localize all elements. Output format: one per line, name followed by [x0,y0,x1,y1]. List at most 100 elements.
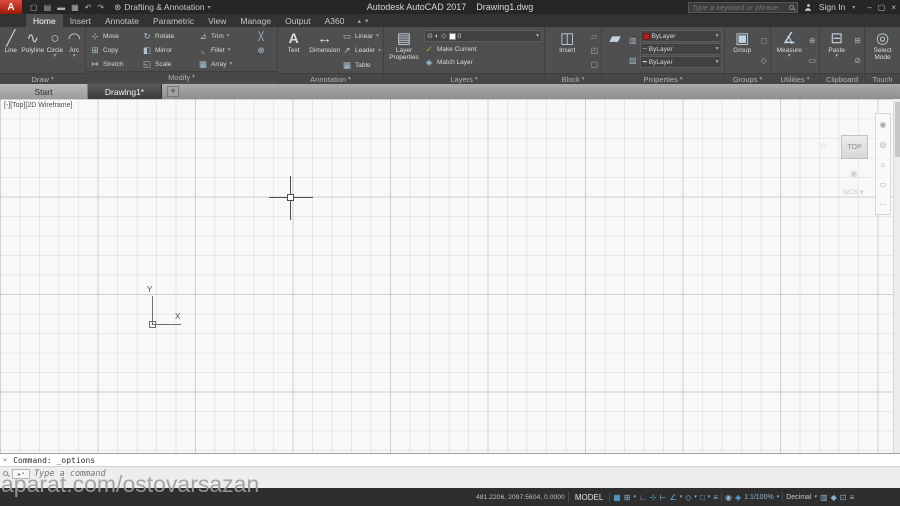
trim-button[interactable]: ⊿ Trim ▾ [198,30,256,42]
cut-icon[interactable]: ⊘ [854,56,861,65]
help-search-box[interactable] [687,1,798,13]
arc-button[interactable]: ◠ Arc ▾ [66,28,83,73]
viewcube-rotate-icon[interactable]: ▣ [850,169,858,178]
erase-button[interactable]: ╳ [256,30,270,42]
panel-label-annotation[interactable]: Annotation ▾ [278,73,383,84]
explode-button[interactable]: ⊗ [256,44,270,56]
undo-icon[interactable]: ↶ [85,3,92,12]
chevron-down-icon[interactable]: ▾ [815,494,818,500]
annotation-visibility-icon[interactable]: ◉ [725,493,732,502]
copy-clip-icon[interactable]: ⊞ [854,36,861,45]
linetype-dropdown[interactable]: ┄ ByLayer ▾ [639,43,722,55]
viewcube-home-icon[interactable]: ⌂ [821,140,826,150]
object-color-dropdown[interactable]: ByLayer ▾ [639,30,722,42]
block-attributes-icon[interactable]: ▢ [590,60,598,69]
viewcube[interactable]: TOP [841,135,868,159]
polyline-button[interactable]: ∿ Polyline [21,28,44,73]
make-current-button[interactable]: ✓ Make Current [424,43,542,55]
tab-parametric[interactable]: Parametric [146,14,201,27]
tab-a360[interactable]: A360 [318,14,352,27]
fillet-button[interactable]: ◟ Fillet ▾ [198,44,256,56]
navbar-more-icon[interactable]: ⋯ [879,200,887,209]
quick-calc-icon[interactable]: ⊕ [809,36,816,45]
drawing-canvas[interactable]: [-][Top][2D Wireframe] Y X ⌂ TOP ▣ WCS ▾… [0,99,893,453]
wcs-menu[interactable]: WCS ▾ [843,188,863,197]
lineweight-toggle-icon[interactable]: ≡ [713,493,718,502]
maximize-button[interactable]: ▢ [878,3,886,12]
mirror-button[interactable]: ◧ Mirror [142,44,198,56]
open-icon[interactable]: ▤ [44,3,52,12]
line-button[interactable]: ╱ Line [2,28,19,73]
new-drawing-tab-button[interactable]: + [167,86,179,97]
select-mode-button[interactable]: ◎ Select Mode [867,28,898,73]
id-point-icon[interactable]: ▭ [808,56,816,65]
chevron-down-icon[interactable]: ▾ [708,494,711,500]
plot-icon[interactable]: ▦ [71,3,79,12]
tab-annotate[interactable]: Annotate [98,14,146,27]
panel-label-clipboard[interactable]: Clipboard [820,73,864,84]
panel-label-block[interactable]: Block ▾ [545,73,601,84]
paste-button[interactable]: ⊟ Paste ▾ [822,28,851,73]
layer-dropdown[interactable]: ⊙ ◐ ◇ 0 ▾ [424,30,542,42]
match-layer-button[interactable]: ◈ Match Layer [424,56,542,68]
ortho-mode-icon[interactable]: ⊢ [660,493,667,502]
search-input[interactable] [691,2,786,12]
grid-toggle-icon[interactable]: ▦ [613,493,621,502]
quick-properties-icon[interactable]: ▥ [820,493,828,502]
chevron-down-icon[interactable]: ▾ [777,494,780,500]
workspace-selector[interactable]: ⊛ Drafting & Annotation ▾ [114,2,210,13]
table-button[interactable]: ▦ Table [342,59,381,71]
ribbon-collapse-control[interactable]: ▴ ▾ [351,14,374,27]
vertical-scrollbar[interactable] [893,99,900,453]
full-navigation-wheel-icon[interactable]: ◉ [880,120,887,129]
model-space-button[interactable]: MODEL [575,493,603,502]
close-button[interactable]: × [891,3,896,12]
rotate-button[interactable]: ↻ Rotate [142,30,198,42]
customization-icon[interactable]: ≡ [849,493,854,502]
autoscale-icon[interactable]: ◈ [735,493,741,502]
copy-button[interactable]: ⊞ Copy [90,44,142,56]
tab-output[interactable]: Output [278,14,318,27]
object-snap-icon[interactable]: □ [700,493,705,502]
viewport-controls[interactable]: [-][Top][2D Wireframe] [4,102,72,109]
panel-label-groups[interactable]: Groups ▾ [725,73,770,84]
dimension-button[interactable]: ↔ Dimension [309,28,340,73]
new-icon[interactable]: ▢ [30,3,38,12]
leader-button[interactable]: ↗ Leader ▾ [342,45,381,57]
units-button[interactable]: Decimal [786,494,811,501]
layer-properties-button[interactable]: ▤ Layer Properties [386,28,422,73]
ungroup-icon[interactable]: ◻ [760,36,767,45]
text-button[interactable]: A Text [280,28,307,73]
measure-button[interactable]: ∡ Measure ▾ [773,28,805,73]
list-properties-icon[interactable]: ▥ [629,36,637,45]
panel-label-utilities[interactable]: Utilities ▾ [771,73,819,84]
application-menu-button[interactable]: A [0,0,22,14]
orbit-icon[interactable]: ▭ [879,180,887,189]
tab-manage[interactable]: Manage [233,14,278,27]
stretch-button[interactable]: ↦ Stretch [90,58,142,70]
tab-home[interactable]: Home [26,14,63,27]
dynamic-input-icon[interactable]: ⊹ [650,493,657,502]
move-button[interactable]: ⊹ Move [90,30,142,42]
circle-button[interactable]: ○ Circle ▾ [46,28,64,73]
polar-tracking-icon[interactable]: ∠ [670,493,677,502]
tab-start[interactable]: Start [0,84,88,99]
snap-toggle-icon[interactable]: ⊞ [624,493,631,502]
chevron-down-icon[interactable]: ▾ [694,494,697,500]
search-icon[interactable] [788,4,794,10]
save-icon[interactable]: ▬ [57,3,65,12]
transparency-properties-icon[interactable]: ▨ [629,56,637,65]
tab-drawing1[interactable]: Drawing1* [88,84,162,99]
edit-block-icon[interactable]: ◰ [590,46,598,55]
isometric-drafting-icon[interactable]: ◇ [685,493,691,502]
chevron-down-icon[interactable]: ▾ [852,4,855,11]
close-icon[interactable]: × [3,456,7,464]
zoom-extents-icon[interactable]: ⌂ [881,160,886,169]
infer-constraints-icon[interactable]: ∟ [639,493,647,502]
scrollbar-thumb[interactable] [895,102,900,157]
sign-in-button[interactable]: Sign In [819,2,845,12]
linear-button[interactable]: ▭ Linear ▾ [342,30,381,42]
panel-label-touch[interactable]: Touch [865,73,900,84]
chevron-down-icon[interactable]: ▾ [680,494,683,500]
tab-insert[interactable]: Insert [63,14,98,27]
